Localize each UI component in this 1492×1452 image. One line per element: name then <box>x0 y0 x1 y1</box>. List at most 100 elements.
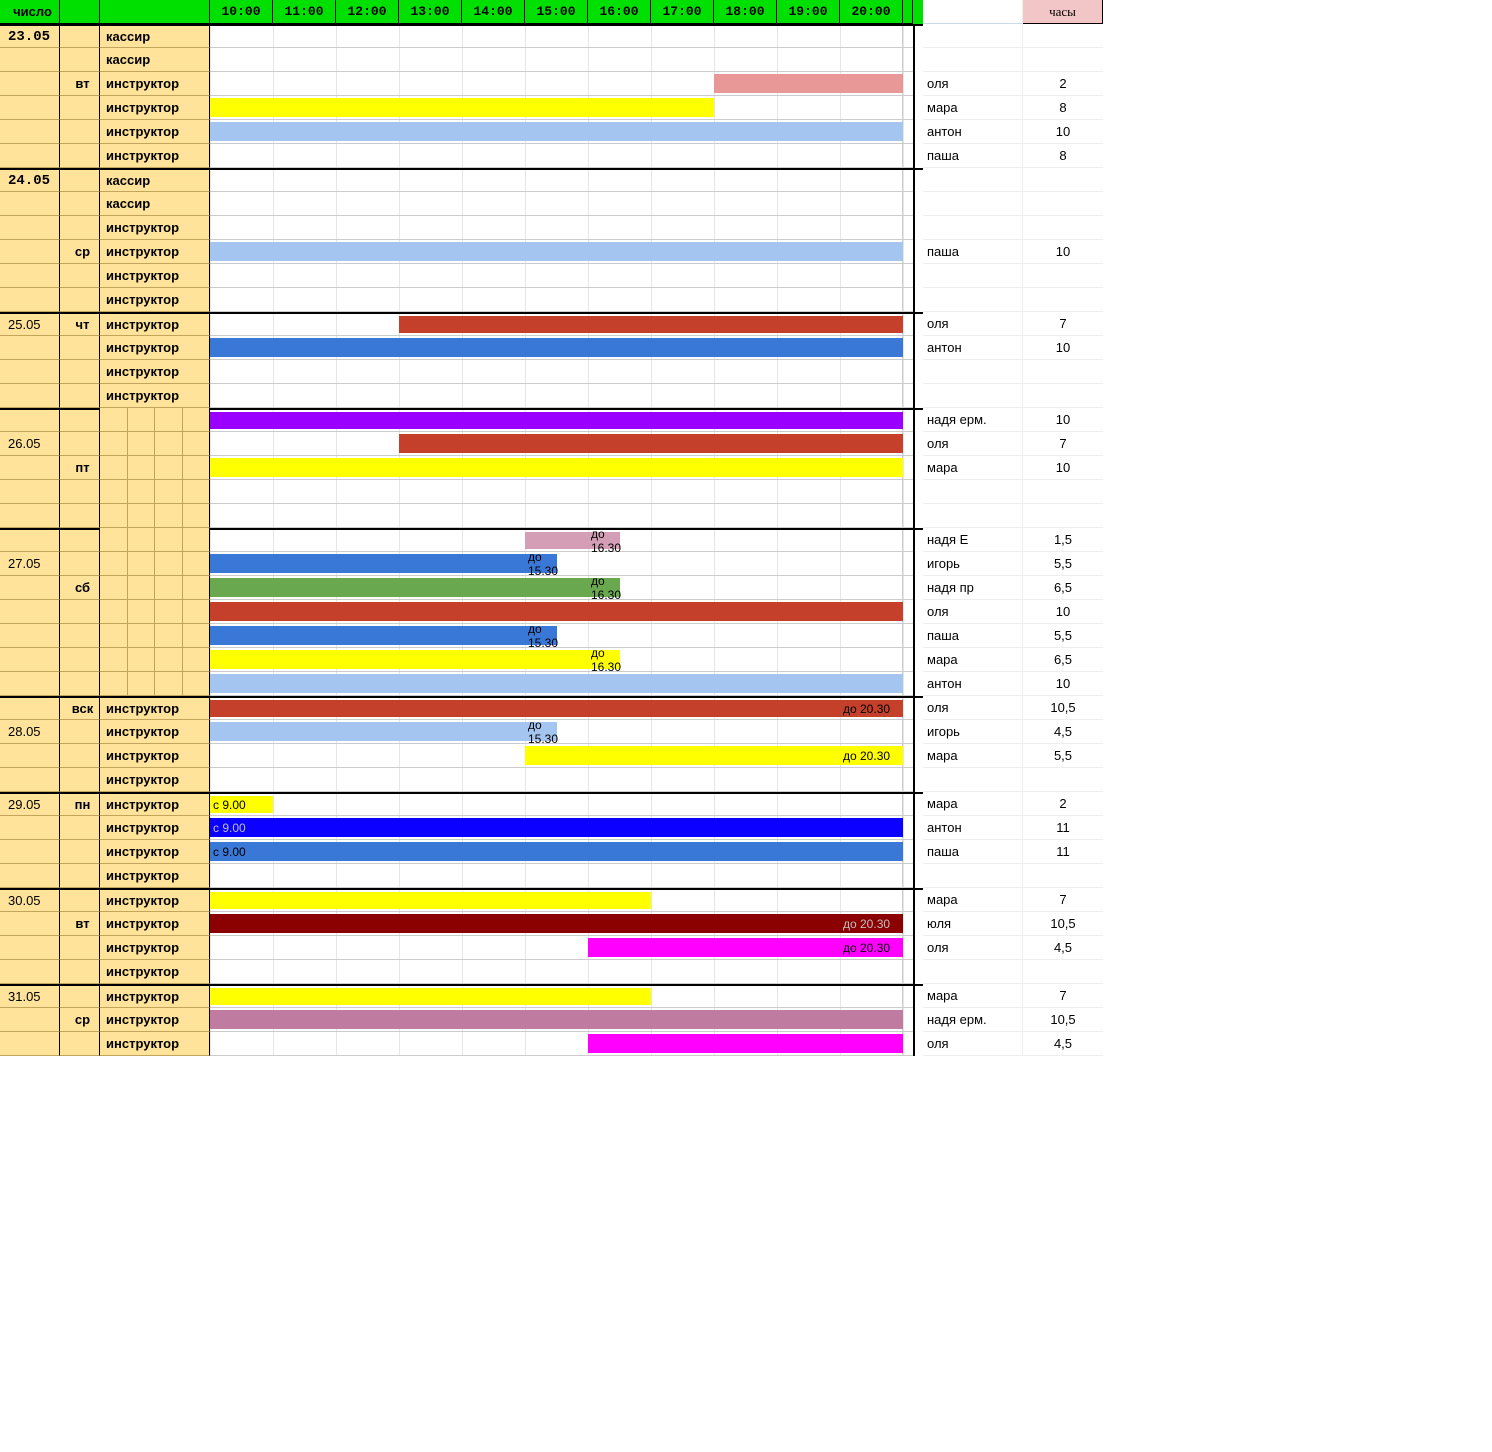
hours-cell: 5,5 <box>1023 552 1103 576</box>
timeline-cell: до 20.30 <box>210 912 913 936</box>
role-cell: инструктор <box>100 96 210 120</box>
person-name-cell: мара <box>923 96 1023 120</box>
weekday-cell <box>60 888 100 912</box>
schedule-row: инструктор <box>0 864 1106 888</box>
person-name-cell <box>923 216 1023 240</box>
schedule-row: инструкторпаша8 <box>0 144 1106 168</box>
separator-col <box>913 744 923 768</box>
separator-col <box>913 792 923 816</box>
person-name-cell: оля <box>923 312 1023 336</box>
role-cell: инструктор <box>100 840 210 864</box>
role-cell-mini <box>100 552 210 576</box>
weekday-cell <box>60 360 100 384</box>
person-name-cell <box>923 768 1023 792</box>
shift-bar-label: до 16.30 <box>588 532 621 549</box>
separator-col <box>913 816 923 840</box>
person-name-cell: надя пр <box>923 576 1023 600</box>
person-name-cell <box>923 864 1023 888</box>
role-cell: инструктор <box>100 768 210 792</box>
role-cell: инструктор <box>100 792 210 816</box>
weekday-cell <box>60 600 100 624</box>
header-time-cell: 18:00 <box>714 0 777 24</box>
separator-col <box>913 432 923 456</box>
person-name-cell: оля <box>923 432 1023 456</box>
shift-bar <box>210 98 714 117</box>
person-name-cell: антон <box>923 672 1023 696</box>
separator-col <box>913 120 923 144</box>
hours-cell <box>1023 504 1103 528</box>
header-name-col <box>923 0 1023 24</box>
weekday-cell: вт <box>60 912 100 936</box>
timeline-cell: до 20.30 <box>210 696 913 720</box>
shift-bar: до 16.30 <box>210 650 620 669</box>
hours-cell: 4,5 <box>1023 936 1103 960</box>
separator-col <box>913 240 923 264</box>
shift-bar-label: до 16.30 <box>588 578 621 597</box>
weekday-cell <box>60 168 100 192</box>
timeline-cell <box>210 312 913 336</box>
separator-col <box>913 552 923 576</box>
date-cell <box>0 408 60 432</box>
hours-cell: 11 <box>1023 816 1103 840</box>
hours-cell: 10 <box>1023 240 1103 264</box>
person-name-cell: надя ерм. <box>923 408 1023 432</box>
schedule-row: инструктор <box>0 288 1106 312</box>
role-cell: инструктор <box>100 936 210 960</box>
shift-bar: с 9.00 <box>210 796 273 813</box>
timeline-cell <box>210 72 913 96</box>
schedule-rows: 23.05кассиркассирвтинструктороля2инструк… <box>0 24 1106 1056</box>
shift-bar <box>210 988 651 1005</box>
role-cell: инструктор <box>100 336 210 360</box>
person-name-cell: оля <box>923 936 1023 960</box>
role-cell-mini <box>100 456 210 480</box>
hours-cell: 10 <box>1023 408 1103 432</box>
schedule-row: инструктор <box>0 768 1106 792</box>
date-cell: 31.05 <box>0 984 60 1008</box>
hours-cell: 11 <box>1023 840 1103 864</box>
timeline-cell <box>210 960 913 984</box>
separator-col <box>913 576 923 600</box>
timeline-cell: до 20.30 <box>210 936 913 960</box>
hours-cell <box>1023 168 1103 192</box>
timeline-cell: до 15.30 <box>210 720 913 744</box>
weekday-cell <box>60 1032 100 1056</box>
shift-bar <box>210 602 903 621</box>
date-cell <box>0 96 60 120</box>
hours-cell: 7 <box>1023 984 1103 1008</box>
schedule-row: втинструктордо 20.30юля10,5 <box>0 912 1106 936</box>
timeline-cell <box>210 360 913 384</box>
weekday-cell <box>60 48 100 72</box>
header-time-cell: 13:00 <box>399 0 462 24</box>
hours-cell: 4,5 <box>1023 1032 1103 1056</box>
timeline-cell <box>210 480 913 504</box>
shift-bar-label: с 9.00 <box>210 796 246 813</box>
timeline-cell: с 9.00 <box>210 840 913 864</box>
weekday-cell: ср <box>60 1008 100 1032</box>
header-time-cell: 11:00 <box>273 0 336 24</box>
shift-bar <box>210 242 903 261</box>
role-cell-mini <box>100 480 210 504</box>
hours-cell <box>1023 192 1103 216</box>
header-time-cell: 17:00 <box>651 0 714 24</box>
header-time-cell: 15:00 <box>525 0 588 24</box>
header-times: 10:0011:0012:0013:0014:0015:0016:0017:00… <box>210 0 903 24</box>
shift-bar <box>714 74 903 93</box>
person-name-cell <box>923 480 1023 504</box>
shift-bar <box>399 316 903 333</box>
schedule-row: инструкторс 9.00антон11 <box>0 816 1106 840</box>
date-cell: 23.05 <box>0 24 60 48</box>
hours-cell <box>1023 960 1103 984</box>
separator-col <box>913 456 923 480</box>
schedule-row: втинструктороля2 <box>0 72 1106 96</box>
weekday-cell: чт <box>60 312 100 336</box>
hours-cell: 10,5 <box>1023 1008 1103 1032</box>
schedule-row: 24.05кассир <box>0 168 1106 192</box>
separator-col <box>913 720 923 744</box>
weekday-cell <box>60 384 100 408</box>
separator-col <box>913 312 923 336</box>
separator-col <box>913 624 923 648</box>
schedule-row: кассир <box>0 192 1106 216</box>
person-name-cell: паша <box>923 624 1023 648</box>
person-name-cell <box>923 384 1023 408</box>
timeline-cell <box>210 504 913 528</box>
